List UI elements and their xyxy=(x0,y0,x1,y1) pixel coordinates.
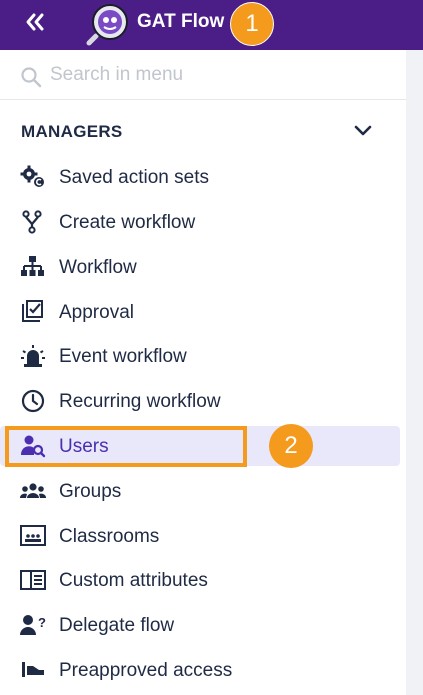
attributes-icon xyxy=(20,568,46,592)
menu-item-approval[interactable]: Approval xyxy=(0,292,400,332)
app-title: GAT Flow xyxy=(137,11,225,32)
menu-item-preapproved-access[interactable]: Preapproved access xyxy=(0,650,400,690)
menu-item-label: Classrooms xyxy=(59,526,160,547)
search-input[interactable] xyxy=(50,60,390,90)
menu-item-label: Groups xyxy=(59,481,122,502)
menu-item-recurring-workflow[interactable]: Recurring workflow xyxy=(0,381,400,421)
menu-item-label: Preapproved access xyxy=(59,660,233,681)
gears-icon xyxy=(20,165,46,189)
svg-text:?: ? xyxy=(38,615,46,630)
menu-item-custom-attributes[interactable]: Custom attributes xyxy=(0,560,400,600)
menu-item-event-workflow[interactable]: Event workflow xyxy=(0,336,400,376)
preapproved-icon xyxy=(20,658,46,682)
fork-icon xyxy=(20,210,46,234)
menu-item-label: Delegate flow xyxy=(59,615,175,636)
menu-search xyxy=(0,50,406,100)
menu-item-groups[interactable]: Groups xyxy=(0,471,400,511)
section-title: MANAGERS xyxy=(21,122,123,141)
menu-item-label: Saved action sets xyxy=(59,167,209,188)
step-callout-2: 2 xyxy=(269,424,313,468)
section-managers-header[interactable]: MANAGERS xyxy=(0,111,406,151)
approval-check-icon xyxy=(20,300,46,324)
groups-icon xyxy=(20,479,46,503)
menu-item-create-workflow[interactable]: Create workflow xyxy=(0,202,400,242)
sitemap-icon xyxy=(20,255,46,279)
menu-item-workflow[interactable]: Workflow xyxy=(0,247,400,287)
menu-item-label: Approval xyxy=(59,302,134,323)
menu-item-label: Event workflow xyxy=(59,346,187,367)
search-icon xyxy=(21,67,42,88)
content-area xyxy=(406,50,423,695)
menu-item-saved-action-sets[interactable]: Saved action sets xyxy=(0,157,400,197)
menu-item-delegate-flow[interactable]: ? Delegate flow xyxy=(0,605,400,645)
top-bar: GAT Flow 1 xyxy=(0,0,423,50)
menu-item-label: Create workflow xyxy=(59,212,196,233)
double-chevron-left-icon[interactable] xyxy=(22,9,48,35)
menu-item-classrooms[interactable]: Classrooms xyxy=(0,516,400,556)
step-callout-1: 1 xyxy=(230,2,274,46)
menu-item-label: Custom attributes xyxy=(59,570,208,591)
menu-item-label: Recurring workflow xyxy=(59,391,221,412)
gat-flow-logo-icon xyxy=(86,2,130,46)
classroom-icon xyxy=(20,524,46,548)
chevron-down-icon[interactable] xyxy=(353,123,373,139)
menu-item-label: Workflow xyxy=(59,257,137,278)
user-question-icon: ? xyxy=(20,613,46,637)
siren-icon xyxy=(20,344,46,368)
users-highlight-frame xyxy=(5,426,247,467)
clock-icon xyxy=(20,389,46,413)
